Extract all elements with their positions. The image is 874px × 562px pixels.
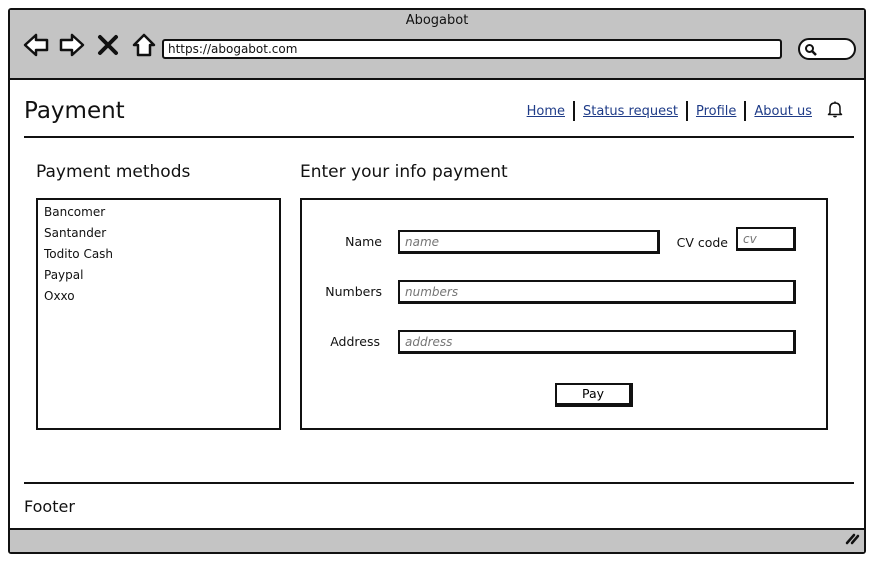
nav-status-request[interactable]: Status request [575, 104, 686, 119]
payment-info-label: Enter your info payment [300, 162, 508, 182]
bell-icon[interactable] [826, 100, 844, 122]
resize-handle-icon[interactable] [844, 530, 860, 549]
payment-methods-label: Payment methods [36, 162, 191, 182]
status-bar [10, 528, 864, 552]
payment-method-item[interactable]: Bancomer [44, 202, 273, 223]
payment-method-item[interactable]: Oxxo [44, 286, 273, 307]
cv-code-input[interactable] [736, 227, 796, 251]
nav-profile[interactable]: Profile [688, 104, 744, 119]
payment-method-item[interactable]: Paypal [44, 265, 273, 286]
address-input[interactable] [398, 330, 796, 354]
header-divider [24, 136, 854, 138]
close-icon[interactable] [94, 31, 122, 59]
nav-about-us[interactable]: About us [746, 104, 820, 119]
browser-nav [22, 30, 158, 60]
payment-method-item[interactable]: Todito Cash [44, 244, 273, 265]
page-title: Payment [24, 98, 125, 124]
home-icon[interactable] [130, 31, 158, 59]
payment-form: Name CV code Numbers Address Pay [300, 198, 828, 430]
name-input[interactable] [398, 230, 660, 254]
back-icon[interactable] [22, 31, 50, 59]
numbers-label: Numbers [325, 284, 382, 299]
name-label: Name [345, 234, 382, 249]
browser-chrome: Abogabot https://abogabot.com [10, 10, 864, 80]
payment-method-item[interactable]: Santander [44, 223, 273, 244]
nav-home[interactable]: Home [519, 104, 573, 119]
address-label: Address [330, 334, 380, 349]
footer-label: Footer [24, 497, 75, 516]
url-bar[interactable]: https://abogabot.com [162, 39, 782, 59]
window-title: Abogabot [405, 13, 469, 28]
browser-window: Abogabot https://abogabot.com Payment Ho… [8, 8, 866, 554]
top-nav: Home Status request Profile About us [519, 100, 844, 122]
forward-icon[interactable] [58, 31, 86, 59]
cv-code-label: CV code [676, 235, 728, 250]
footer-divider [24, 482, 854, 484]
numbers-input[interactable] [398, 280, 796, 304]
browser-search[interactable] [798, 38, 856, 60]
search-icon [805, 44, 817, 56]
payment-methods-list: Bancomer Santander Todito Cash Paypal Ox… [36, 198, 281, 430]
pay-button[interactable]: Pay [555, 383, 633, 407]
